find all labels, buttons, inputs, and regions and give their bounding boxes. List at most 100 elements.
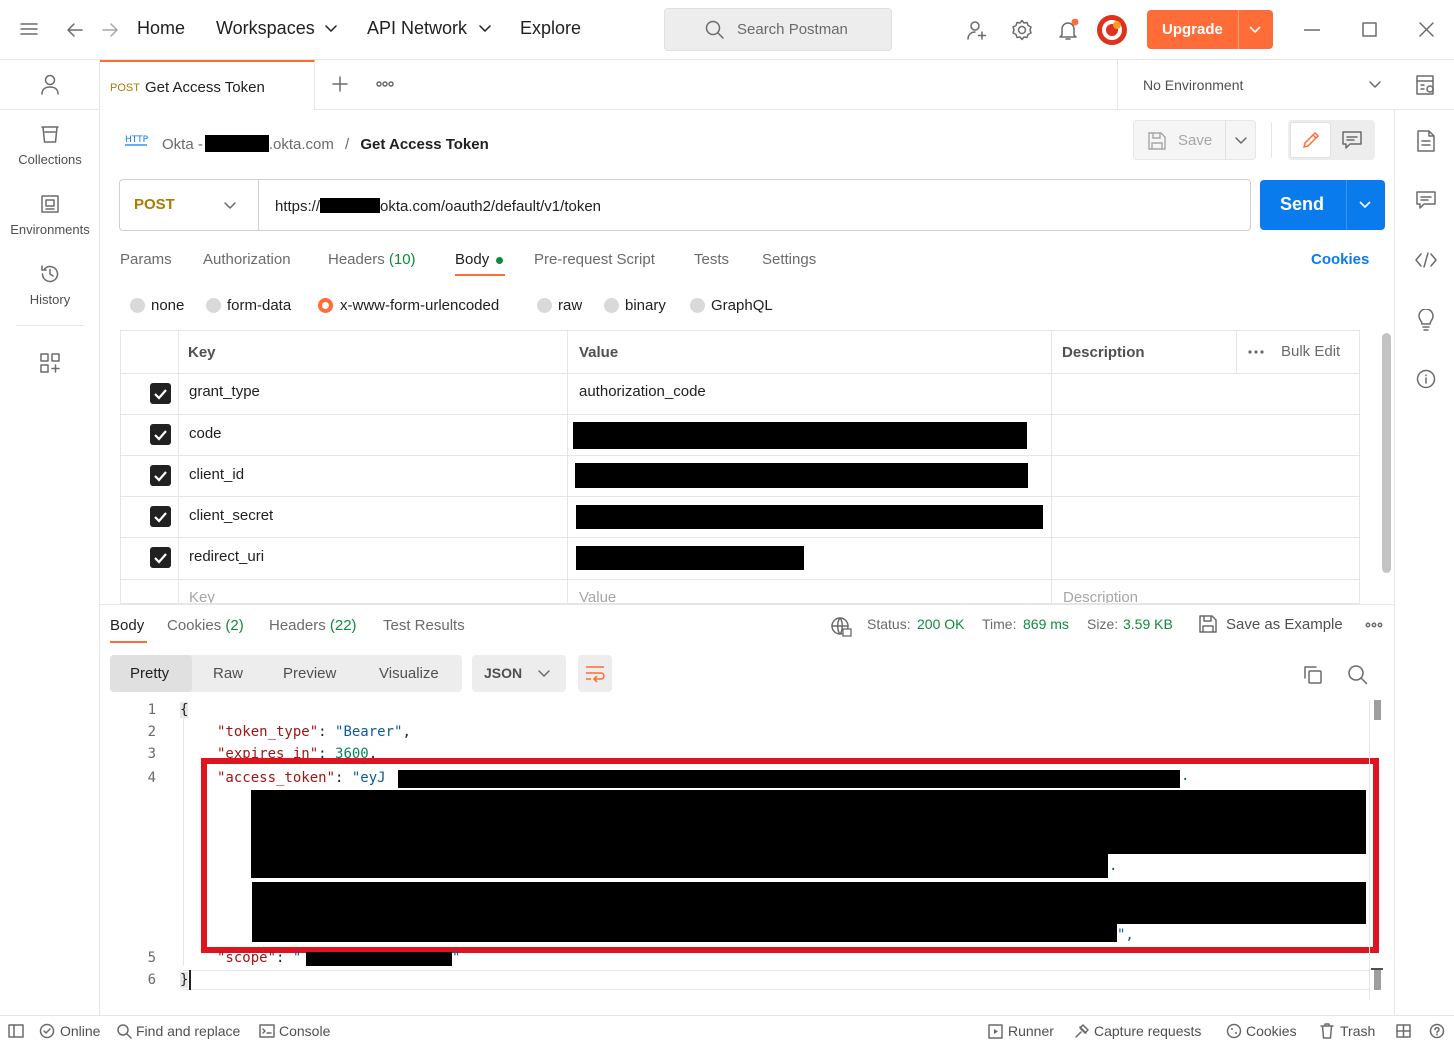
network-globe-icon[interactable] <box>830 616 852 638</box>
time-value[interactable]: 869 ms <box>1023 616 1069 632</box>
sidebar-item-history[interactable]: History <box>0 264 100 307</box>
chevron-down-icon[interactable] <box>1235 137 1247 145</box>
environment-quick-look-icon[interactable] <box>1415 74 1437 96</box>
radio-none[interactable] <box>130 298 145 313</box>
user-icon[interactable] <box>40 74 60 96</box>
chevron-down-icon[interactable] <box>1359 201 1371 209</box>
response-tab-test-results[interactable]: Test Results <box>383 617 465 634</box>
view-mode-raw[interactable]: Raw <box>213 665 243 682</box>
runner-button[interactable]: Runner <box>1008 1023 1054 1039</box>
scrollbar-thumb[interactable] <box>1382 333 1391 573</box>
comments-icon[interactable] <box>1416 190 1436 210</box>
lightbulb-icon[interactable] <box>1417 309 1435 331</box>
notifications-bell-icon[interactable] <box>1057 19 1079 41</box>
code-icon[interactable] <box>1415 252 1437 268</box>
wrap-lines-button[interactable] <box>578 655 612 692</box>
breadcrumb-domain[interactable]: .okta.com <box>269 136 334 153</box>
radio-x-www-form-urlencoded[interactable] <box>318 298 333 313</box>
forward-icon[interactable] <box>101 21 119 39</box>
save-as-example-button[interactable]: Save as Example <box>1226 616 1343 633</box>
cookies-button[interactable]: Cookies <box>1246 1023 1297 1039</box>
param-key[interactable]: grant_type <box>189 383 260 400</box>
new-value-placeholder[interactable]: Value <box>579 589 616 603</box>
search-input[interactable]: Search Postman <box>664 8 892 51</box>
param-key[interactable]: redirect_uri <box>189 548 264 565</box>
find-replace-button[interactable]: Find and replace <box>136 1023 240 1039</box>
new-tab-plus-icon[interactable] <box>332 76 348 92</box>
send-button[interactable]: Send <box>1260 180 1385 230</box>
tab-body[interactable]: Body <box>455 251 489 268</box>
documentation-icon[interactable] <box>1417 130 1435 152</box>
two-pane-icon[interactable] <box>1396 1024 1411 1038</box>
more-options-icon[interactable] <box>1365 622 1383 628</box>
view-mode-pretty[interactable]: Pretty <box>110 655 192 692</box>
status-value[interactable]: 200 OK <box>917 616 964 632</box>
nav-api-network[interactable]: API Network <box>367 18 467 39</box>
menu-icon[interactable] <box>20 21 38 37</box>
chevron-down-icon[interactable] <box>1249 26 1261 34</box>
add-configure-icon[interactable] <box>40 353 60 373</box>
row-checkbox[interactable] <box>150 424 171 445</box>
breadcrumb-collection[interactable]: Okta - <box>162 136 203 153</box>
sidebar-item-environments[interactable]: Environments <box>0 194 100 237</box>
param-key[interactable]: client_id <box>189 466 244 483</box>
sidebar-item-collections[interactable]: Collections <box>0 124 100 167</box>
tab-tests[interactable]: Tests <box>694 251 729 268</box>
toggle-sidebar-icon[interactable] <box>8 1024 24 1038</box>
view-mode-preview[interactable]: Preview <box>283 665 336 682</box>
more-options-icon[interactable] <box>1248 349 1264 355</box>
radio-raw[interactable] <box>537 298 552 313</box>
tab-authorization[interactable]: Authorization <box>203 251 291 268</box>
response-code-editor[interactable]: 1 2 3 4 5 6 { "token_type": "Bearer", "e… <box>0 700 1394 1000</box>
minimize-icon[interactable] <box>1304 29 1320 31</box>
tab-params[interactable]: Params <box>120 251 172 268</box>
param-key[interactable]: client_secret <box>189 507 273 524</box>
size-value[interactable]: 3.59 KB <box>1123 616 1173 632</box>
capture-requests-button[interactable]: Capture requests <box>1094 1023 1201 1039</box>
edit-mode-button[interactable] <box>1290 122 1331 158</box>
scrollbar-thumb[interactable] <box>1374 700 1381 720</box>
new-description-placeholder[interactable]: Description <box>1063 589 1138 603</box>
view-mode-visualize[interactable]: Visualize <box>379 665 439 682</box>
nav-workspaces[interactable]: Workspaces <box>216 18 315 39</box>
help-icon[interactable] <box>1429 1023 1445 1039</box>
row-checkbox[interactable] <box>150 465 171 486</box>
settings-gear-icon[interactable] <box>1011 19 1033 41</box>
save-button[interactable]: Save <box>1133 120 1256 160</box>
method-select[interactable]: POST <box>120 180 259 230</box>
cookies-link[interactable]: Cookies <box>1311 251 1369 268</box>
row-checkbox[interactable] <box>150 506 171 527</box>
upgrade-button[interactable]: Upgrade <box>1147 10 1273 49</box>
more-tabs-icon[interactable] <box>376 81 394 87</box>
format-select[interactable]: JSON <box>472 655 566 692</box>
response-tab-headers[interactable]: Headers (22) <box>269 617 357 634</box>
param-key[interactable]: code <box>189 425 222 442</box>
new-key-placeholder[interactable]: Key <box>189 589 215 603</box>
row-checkbox[interactable] <box>150 383 171 404</box>
back-icon[interactable] <box>66 21 84 39</box>
param-value[interactable]: authorization_code <box>579 383 706 400</box>
scrollbar-thumb[interactable] <box>1374 970 1381 990</box>
tab-prerequest-script[interactable]: Pre-request Script <box>534 251 655 268</box>
online-status[interactable]: Online <box>60 1023 100 1039</box>
tab-settings[interactable]: Settings <box>762 251 816 268</box>
invite-user-icon[interactable] <box>966 19 988 41</box>
copy-icon[interactable] <box>1303 665 1323 685</box>
response-tab-cookies[interactable]: Cookies (2) <box>167 617 244 634</box>
console-button[interactable]: Console <box>279 1023 330 1039</box>
nav-home[interactable]: Home <box>137 18 185 39</box>
url-input[interactable]: https:// okta.com/oauth2/default/v1/token <box>275 196 601 215</box>
maximize-icon[interactable] <box>1362 22 1377 37</box>
radio-graphql[interactable] <box>690 298 705 313</box>
environment-selector[interactable]: No Environment <box>1117 60 1394 110</box>
comment-mode-icon[interactable] <box>1342 131 1362 149</box>
nav-explore[interactable]: Explore <box>520 18 581 39</box>
request-name[interactable]: Get Access Token <box>360 136 488 153</box>
tab-get-access-token[interactable]: POST Get Access Token <box>100 60 315 110</box>
close-icon[interactable] <box>1419 22 1434 37</box>
radio-form-data[interactable] <box>206 298 221 313</box>
response-tab-body[interactable]: Body <box>110 617 144 634</box>
trash-button[interactable]: Trash <box>1340 1023 1375 1039</box>
bulk-edit-button[interactable]: Bulk Edit <box>1281 343 1340 360</box>
radio-binary[interactable] <box>604 298 619 313</box>
